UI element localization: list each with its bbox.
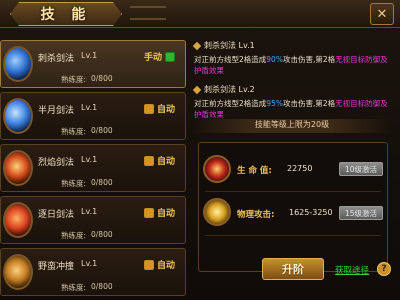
auto-label: 手动 (144, 53, 163, 63)
current-level-heading: 刺杀剑法 Lv.1 (192, 40, 255, 51)
skill-name: 烈焰剑法 (38, 158, 75, 168)
exp-label: 熟练度: (61, 283, 87, 292)
auto-checkbox[interactable] (165, 51, 176, 62)
skill-item-4[interactable]: 野蛮冲撞 Lv.1 自动 熟练度: 0/800 (0, 248, 186, 296)
exp-value: 0/800 (91, 74, 113, 83)
auto-checkbox[interactable] (144, 103, 154, 114)
next-level-desc: 对正前方线型2格造成95%攻击伤害,第2格无视目标防御及护盾效果 (194, 98, 390, 120)
unlock-button[interactable]: 10级激活 (339, 162, 383, 176)
auto-label: 自动 (157, 209, 176, 219)
level-cap-banner: 技能等级上限为20级 (192, 119, 392, 133)
stat-value: 22750 (287, 164, 313, 173)
auto-toggle[interactable]: 自动 (144, 258, 175, 271)
window-title: 技 能 (40, 7, 92, 23)
skill-detail-panel: 刺杀剑法 Lv.1 对正前方线型2格造成90%攻击伤害,第2格无视目标防御及护盾… (192, 32, 400, 300)
exp-label: 熟练度: (61, 127, 87, 136)
help-icon: ? (381, 264, 387, 274)
half-moon-icon (3, 98, 33, 134)
desc-text: 攻击伤害,第2格 (282, 99, 336, 108)
desc-text: 攻击伤害,第2格 (282, 55, 336, 64)
title-bar: 技 能 ✕ (0, 0, 400, 28)
sun-sword-icon (3, 202, 33, 238)
auto-checkbox[interactable] (144, 207, 154, 218)
auto-toggle[interactable]: 自动 (144, 102, 175, 115)
stat-value: 1625-3250 (289, 208, 333, 217)
exp-value: 0/800 (91, 178, 113, 187)
sword-slash-icon (3, 46, 33, 82)
auto-checkbox[interactable] (144, 155, 154, 166)
exp-value: 0/800 (91, 126, 113, 135)
skill-window: 技 能 ✕ 刺杀剑法 Lv.1 手动 熟练度: 0/800 半月剑法 Lv.1 … (0, 0, 400, 300)
auto-label: 自动 (157, 157, 176, 167)
close-button[interactable]: ✕ (370, 3, 394, 25)
help-button[interactable]: ? (377, 262, 391, 276)
skill-level: Lv.1 (81, 51, 98, 60)
attack-orb-icon (203, 198, 231, 226)
stat-label: 生 命 值: (237, 166, 272, 176)
auto-label: 自动 (157, 105, 176, 115)
auto-toggle[interactable]: 自动 (144, 206, 175, 219)
unlock-button[interactable]: 15级激活 (339, 206, 383, 220)
desc-percent: 90% (266, 55, 283, 64)
title-ornament (130, 6, 166, 20)
charge-icon (3, 254, 33, 290)
flame-sword-icon (3, 150, 33, 186)
skill-name: 半月剑法 (38, 106, 75, 116)
divider (205, 191, 381, 192)
auto-toggle[interactable]: 自动 (144, 154, 175, 167)
skill-level: Lv.1 (81, 259, 98, 268)
skill-item-3[interactable]: 逐日剑法 Lv.1 自动 熟练度: 0/800 (0, 196, 186, 244)
desc-text: 对正前方线型2格造成 (194, 99, 267, 108)
skill-level: Lv.1 (81, 155, 98, 164)
divider (205, 235, 381, 236)
skill-name: 逐日剑法 (38, 210, 75, 220)
next-level-title: 刺杀剑法 Lv.2 (204, 85, 255, 94)
exp-label: 熟练度: (61, 75, 87, 84)
auto-toggle[interactable]: 手动 (144, 50, 176, 63)
skill-item-2[interactable]: 烈焰剑法 Lv.1 自动 熟练度: 0/800 (0, 144, 186, 192)
skill-level: Lv.1 (81, 103, 98, 112)
skill-item-0[interactable]: 刺杀剑法 Lv.1 手动 熟练度: 0/800 (0, 40, 186, 88)
diamond-bullet-icon (192, 85, 202, 94)
diamond-bullet-icon (192, 41, 202, 50)
get-route-link[interactable]: 获取途径 (335, 264, 369, 276)
stat-unlock-box: 生 命 值: 22750 10级激活 物理攻击: 1625-3250 15级激活 (198, 142, 388, 272)
current-level-title: 刺杀剑法 Lv.1 (204, 41, 255, 50)
exp-value: 0/800 (91, 282, 113, 291)
next-level-heading: 刺杀剑法 Lv.2 (192, 84, 255, 95)
close-icon: ✕ (376, 6, 388, 22)
current-level-desc: 对正前方线型2格造成90%攻击伤害,第2格无视目标防御及护盾效果 (194, 54, 390, 76)
stat-label: 物理攻击: (237, 210, 275, 220)
auto-checkbox[interactable] (144, 259, 154, 270)
skill-name: 刺杀剑法 (38, 54, 75, 64)
exp-label: 熟练度: (61, 231, 87, 240)
skill-level: Lv.1 (81, 207, 98, 216)
skill-item-1[interactable]: 半月剑法 Lv.1 自动 熟练度: 0/800 (0, 92, 186, 140)
skill-name: 野蛮冲撞 (38, 262, 75, 272)
auto-label: 自动 (157, 261, 176, 271)
upgrade-button[interactable]: 升阶 (262, 258, 324, 280)
skill-list[interactable]: 刺杀剑法 Lv.1 手动 熟练度: 0/800 半月剑法 Lv.1 自动 熟练度… (0, 32, 188, 300)
title-plate: 技 能 (10, 2, 122, 26)
desc-percent: 95% (266, 99, 283, 108)
exp-value: 0/800 (91, 230, 113, 239)
blood-orb-icon (203, 155, 231, 183)
exp-label: 熟练度: (61, 179, 87, 188)
desc-text: 对正前方线型2格造成 (194, 55, 267, 64)
